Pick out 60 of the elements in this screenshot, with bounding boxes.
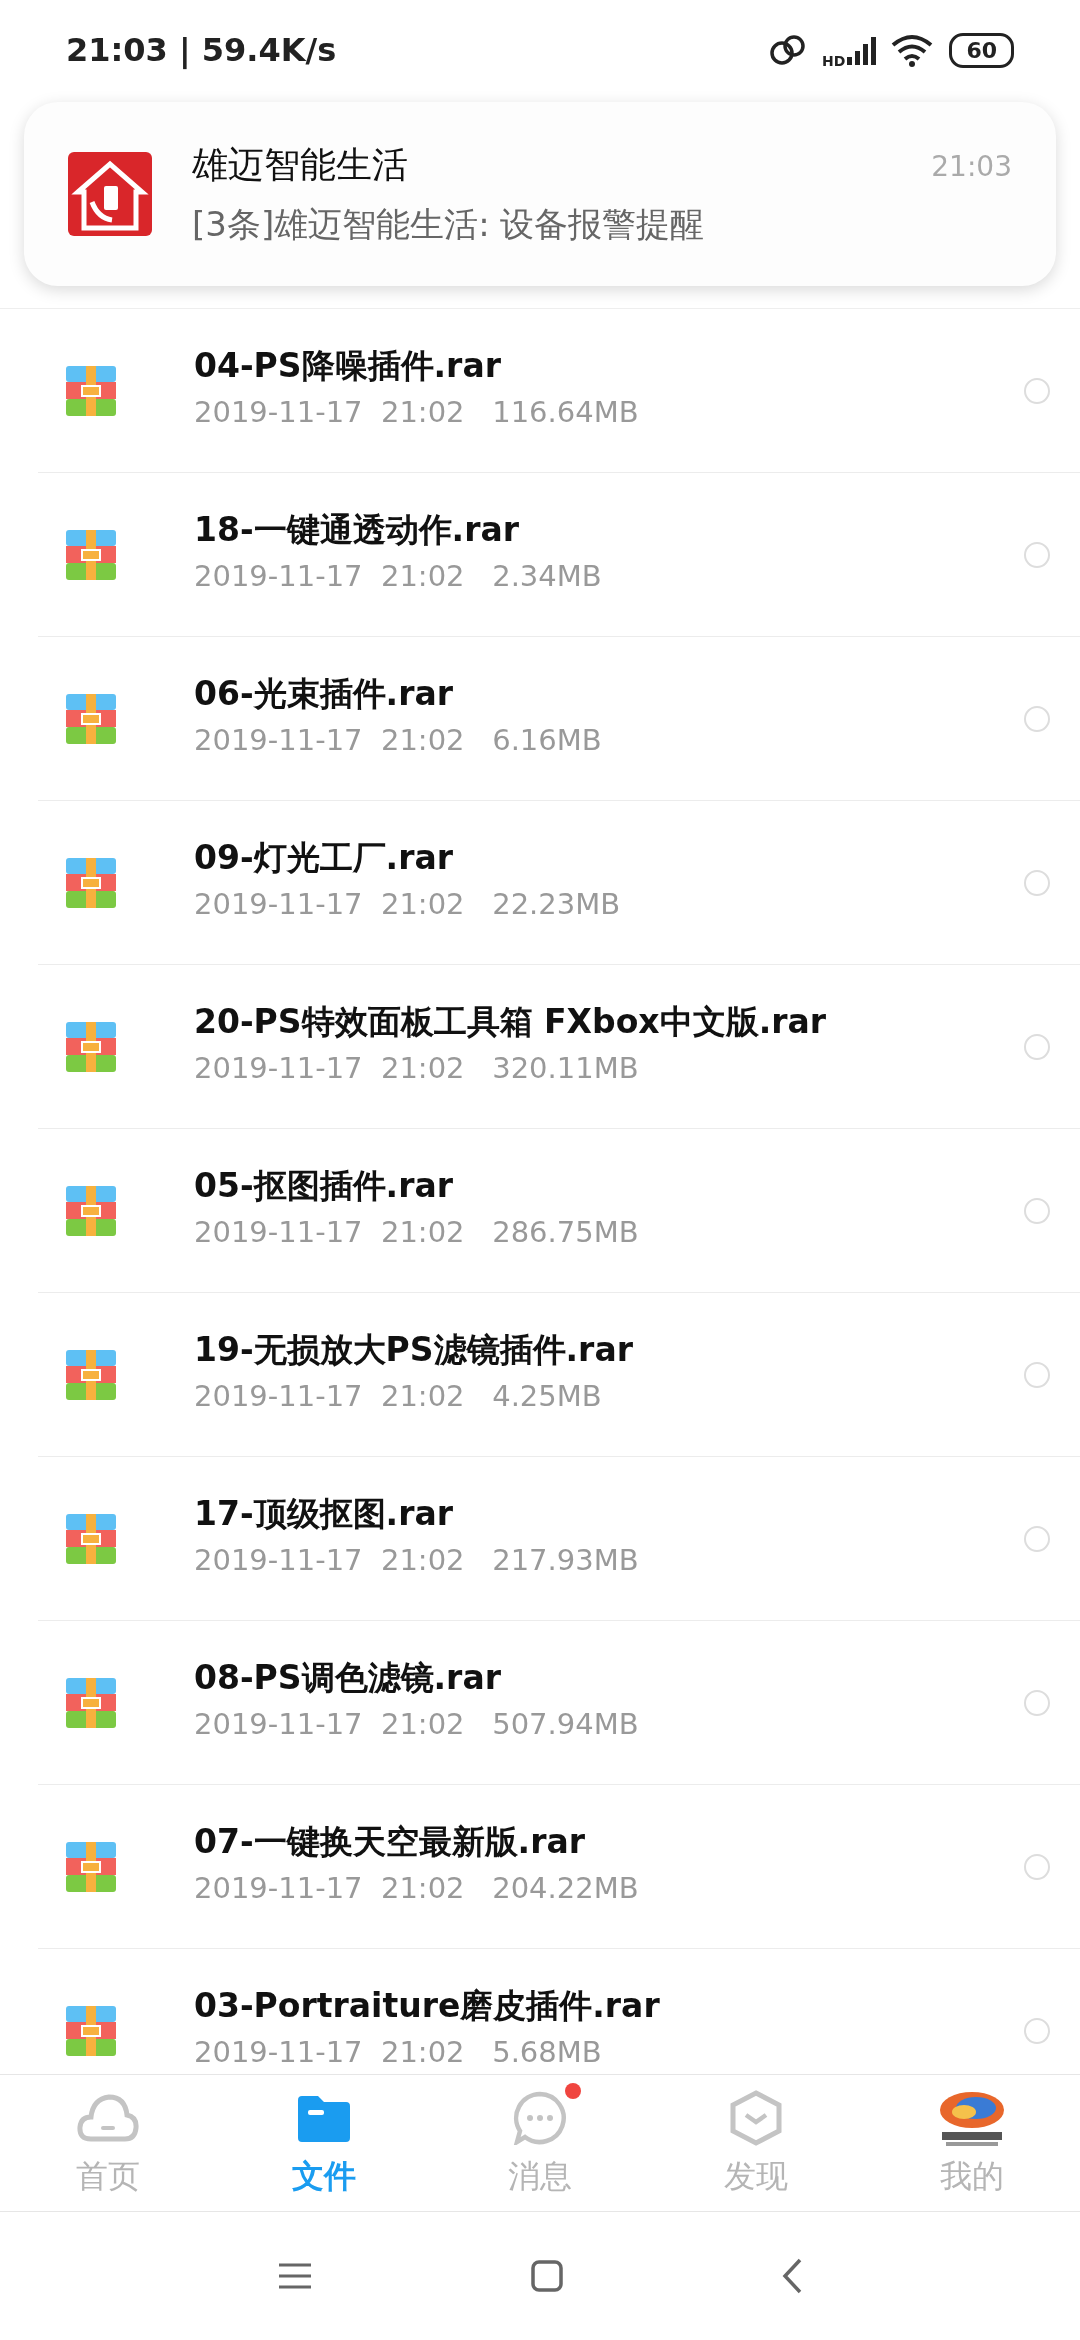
notification-time: 21:03 — [931, 150, 1012, 183]
file-details: 2019-11-17 21:02 320.11MB — [194, 1051, 640, 1085]
archive-icon — [66, 2005, 116, 2056]
file-name[interactable]: 08-PS调色滤镜.rar — [194, 1656, 1024, 1701]
hexagon-icon — [730, 2090, 782, 2146]
file-name[interactable]: 09-灯光工厂.rar — [194, 836, 1024, 881]
notification-card[interactable]: 雄迈智能生活 [3条]雄迈智能生活: 设备报警提醒 21:03 — [24, 102, 1056, 286]
back-icon[interactable] — [781, 2258, 803, 2294]
file-details: 2019-11-17 21:02 2.34MB — [194, 559, 603, 593]
notification-text: [3条]雄迈智能生活: 设备报警提醒 — [192, 202, 706, 246]
file-details: 2019-11-17 21:02 22.23MB — [194, 887, 622, 921]
cloud-icon — [77, 2093, 139, 2143]
archive-icon — [66, 1021, 116, 1072]
file-name[interactable]: 04-PS降噪插件.rar — [194, 344, 1024, 389]
archive-icon — [66, 1185, 116, 1236]
select-radio[interactable] — [1024, 541, 1050, 568]
network-type: HD — [822, 53, 846, 69]
archive-icon — [66, 857, 116, 908]
file-name[interactable]: 03-Portraiture磨皮插件.rar — [194, 1984, 1024, 2029]
file-details: 2019-11-17 21:02 217.93MB — [194, 1543, 640, 1577]
app-icon — [68, 152, 152, 236]
select-radio[interactable] — [1024, 1525, 1050, 1552]
archive-icon — [66, 693, 116, 744]
file-details: 2019-11-17 21:02 286.75MB — [194, 1215, 640, 1249]
home-icon[interactable] — [531, 2260, 563, 2292]
archive-icon — [66, 1349, 116, 1400]
select-radio[interactable] — [1024, 1853, 1050, 1880]
select-radio[interactable] — [1024, 1033, 1050, 1060]
battery-level: 60 — [949, 32, 1014, 68]
archive-icon — [66, 529, 116, 580]
file-details: 2019-11-17 21:02 5.68MB — [194, 2035, 603, 2069]
select-radio[interactable] — [1024, 869, 1050, 896]
file-name[interactable]: 07-一键换天空最新版.rar — [194, 1820, 1024, 1865]
archive-icon — [66, 1513, 116, 1564]
file-details: 2019-11-17 21:02 4.25MB — [194, 1379, 603, 1413]
select-radio[interactable] — [1024, 1361, 1050, 1388]
folder-icon — [298, 2094, 350, 2142]
file-details: 2019-11-17 21:02 204.22MB — [194, 1871, 640, 1905]
file-name[interactable]: 19-无损放大PS滤镜插件.rar — [194, 1328, 1024, 1373]
notification-title: 雄迈智能生活 — [192, 142, 409, 187]
select-radio[interactable] — [1024, 2017, 1050, 2044]
chat-icon — [513, 2091, 567, 2145]
file-details: 2019-11-17 21:02 116.64MB — [194, 395, 640, 429]
select-radio[interactable] — [1024, 377, 1050, 404]
file-name[interactable]: 06-光束插件.rar — [194, 672, 1024, 717]
file-name[interactable]: 18-一键通透动作.rar — [194, 508, 1024, 553]
select-radio[interactable] — [1024, 705, 1050, 732]
select-radio[interactable] — [1024, 1689, 1050, 1716]
menu-icon[interactable] — [277, 2262, 313, 2290]
file-name[interactable]: 17-顶级抠图.rar — [194, 1492, 1024, 1537]
file-name[interactable]: 05-抠图插件.rar — [194, 1164, 1024, 1209]
status-time: 21:03 | 59.4K/s — [66, 31, 337, 69]
file-details: 2019-11-17 21:02 507.94MB — [194, 1707, 640, 1741]
archive-icon — [66, 1677, 116, 1728]
select-radio[interactable] — [1024, 1197, 1050, 1224]
file-name[interactable]: 20-PS特效面板工具箱 FXbox中文版.rar — [194, 1000, 1024, 1045]
archive-icon — [66, 365, 116, 416]
file-details: 2019-11-17 21:02 6.16MB — [194, 723, 603, 757]
archive-icon — [66, 1841, 116, 1892]
signal-icon — [847, 35, 878, 65]
